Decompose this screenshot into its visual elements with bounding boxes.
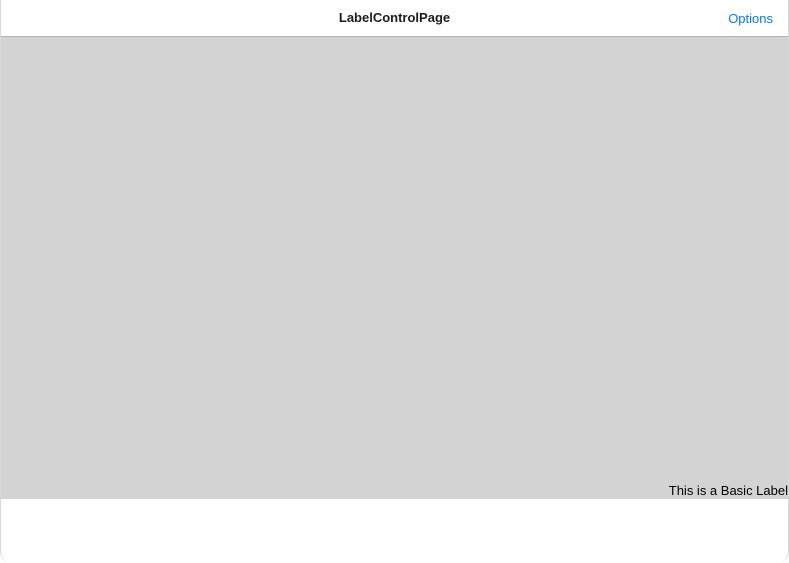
label-container: This is a Basic Label <box>1 37 788 499</box>
navigation-bar: LabelControlPage Options <box>1 0 788 37</box>
app-window: LabelControlPage Options This is a Basic… <box>0 0 789 563</box>
blank-footer-area <box>1 499 788 563</box>
options-button[interactable]: Options <box>728 11 773 26</box>
page-title: LabelControlPage <box>338 10 451 25</box>
basic-label: This is a Basic Label <box>668 483 788 498</box>
